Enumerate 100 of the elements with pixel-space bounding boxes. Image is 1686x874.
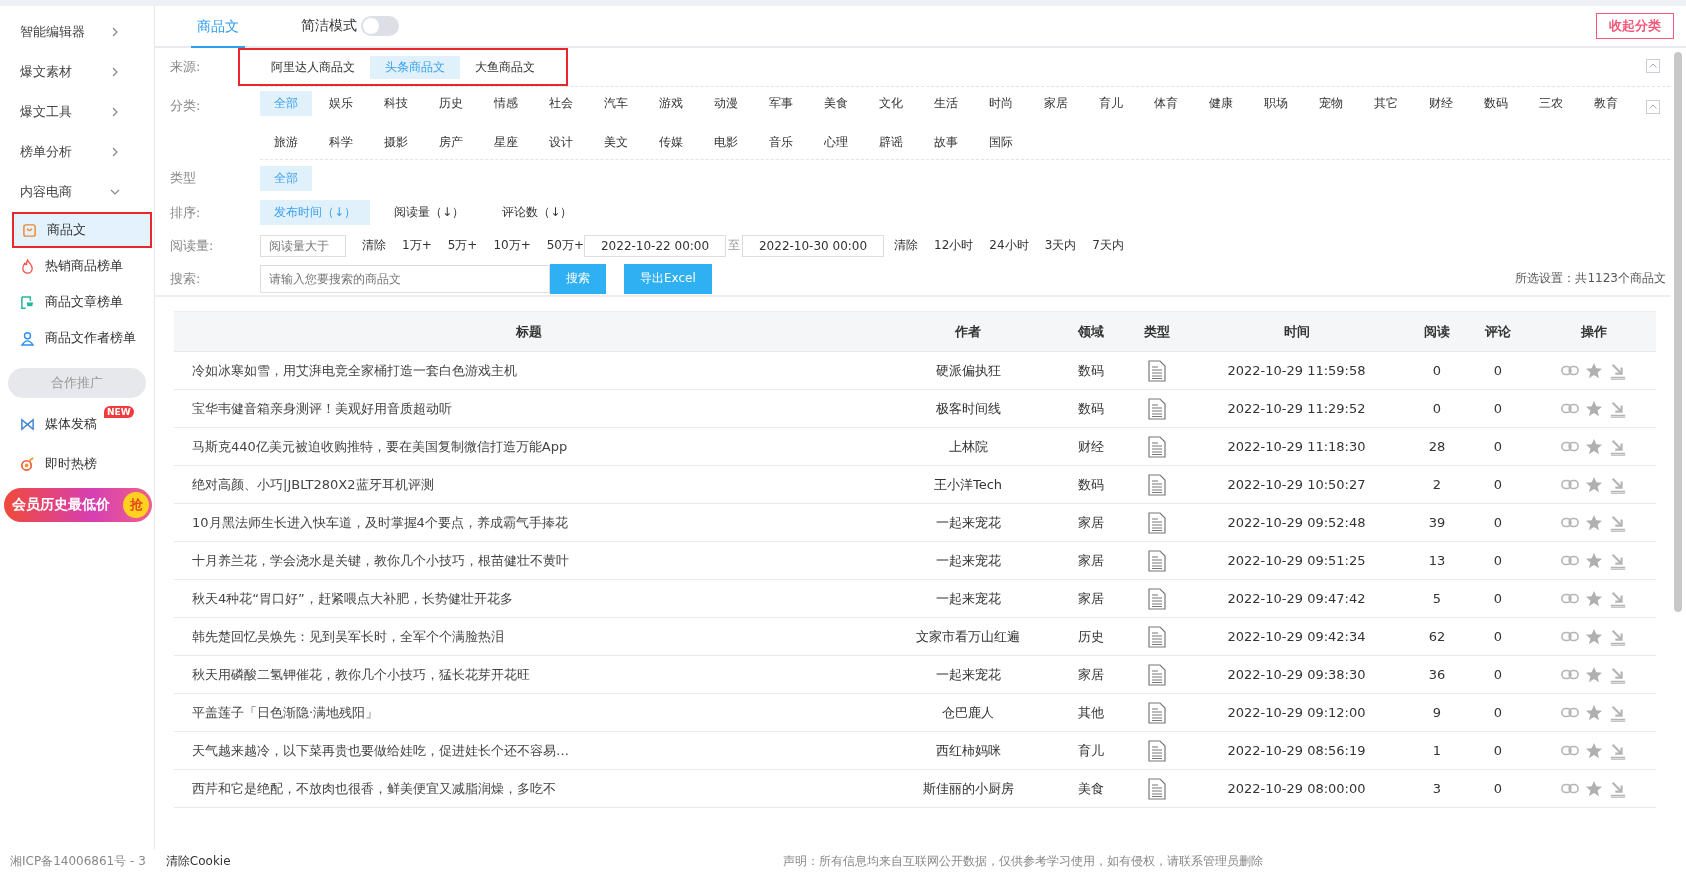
category-option[interactable]: 情感: [480, 91, 532, 116]
download-icon[interactable]: [1608, 361, 1627, 380]
download-icon[interactable]: [1608, 437, 1627, 456]
sidebar-link[interactable]: 媒体发稿 NEW: [0, 404, 154, 444]
download-icon[interactable]: [1608, 703, 1627, 722]
clear-link[interactable]: 清除: [894, 237, 919, 254]
star-icon[interactable]: [1584, 741, 1603, 760]
star-icon[interactable]: [1584, 475, 1603, 494]
time-range-option[interactable]: 12小时: [934, 237, 974, 254]
category-option[interactable]: 国际: [975, 130, 1027, 155]
sidebar-item[interactable]: 商品文章榜单: [0, 284, 154, 320]
download-icon[interactable]: [1608, 399, 1627, 418]
category-option[interactable]: 美文: [590, 130, 642, 155]
sidebar-link[interactable]: 即时热榜: [0, 444, 154, 484]
star-icon[interactable]: [1584, 665, 1603, 684]
article-title-link[interactable]: 秋天4种花“胃口好”，赶紧喂点大补肥，长势健壮开花多: [174, 579, 883, 618]
category-option[interactable]: 科学: [315, 130, 367, 155]
source-option[interactable]: 大鱼商品文: [460, 55, 550, 79]
article-title-link[interactable]: 马斯克440亿美元被迫收购推特，要在美国复制微信打造万能App: [174, 427, 883, 466]
star-icon[interactable]: [1584, 703, 1603, 722]
sidebar-item[interactable]: 商品文: [12, 212, 152, 248]
category-option[interactable]: 动漫: [700, 91, 752, 116]
category-option[interactable]: 传媒: [645, 130, 697, 155]
time-range-option[interactable]: 7天内: [1092, 237, 1124, 254]
article-title-link[interactable]: 平盖莲子「日色渐隐·满地残阳」: [174, 693, 883, 732]
sidebar-menu-item[interactable]: 榜单分析: [0, 132, 154, 172]
category-option[interactable]: 其它: [1360, 91, 1412, 116]
article-title-link[interactable]: 绝对高颜、小巧|JBLT280X2蓝牙耳机评测: [174, 465, 883, 504]
category-option[interactable]: 旅游: [260, 130, 312, 155]
star-icon[interactable]: [1584, 589, 1603, 608]
category-option[interactable]: 房产: [425, 130, 477, 155]
category-option[interactable]: 电影: [700, 130, 752, 155]
download-icon[interactable]: [1608, 627, 1627, 646]
article-title-link[interactable]: 西芹和它是绝配，不放肉也很香，鲜美便宜又减脂润燥，多吃不: [174, 769, 883, 808]
article-title-link[interactable]: 10月黑法师生长进入快车道，及时掌握4个要点，养成霸气手捧花: [174, 503, 883, 542]
sort-option[interactable]: 阅读量（↓）: [380, 200, 479, 225]
download-icon[interactable]: [1608, 741, 1627, 760]
link-icon[interactable]: [1560, 441, 1579, 452]
download-icon[interactable]: [1608, 779, 1627, 798]
category-option[interactable]: 数码: [1470, 91, 1522, 116]
category-option[interactable]: 社会: [535, 91, 587, 116]
star-icon[interactable]: [1584, 361, 1603, 380]
category-option[interactable]: 设计: [535, 130, 587, 155]
end-date-field[interactable]: 2022-10-30 00:00: [742, 234, 885, 257]
time-range-option[interactable]: 3天内: [1044, 237, 1077, 254]
article-title-link[interactable]: 天气越来越冷，以下菜再贵也要做给娃吃，促进娃长个还不容易…: [174, 731, 883, 770]
link-icon[interactable]: [1560, 403, 1579, 414]
reads-preset[interactable]: 10万+: [493, 237, 531, 254]
category-option[interactable]: 星座: [480, 130, 532, 155]
article-title-link[interactable]: 宝华韦健音箱亲身测评！美观好用音质超动听: [174, 389, 883, 428]
link-icon[interactable]: [1560, 631, 1579, 642]
scrollbar[interactable]: [1674, 52, 1682, 612]
article-title-link[interactable]: 冷如冰寒如雪，用艾湃电竞全家桶打造一套白色游戏主机: [174, 351, 883, 390]
category-option[interactable]: 家居: [1030, 91, 1082, 116]
category-option[interactable]: 三农: [1525, 91, 1577, 116]
clear-cookie-link[interactable]: 清除Cookie: [165, 853, 231, 870]
link-icon[interactable]: [1560, 669, 1579, 680]
clear-link[interactable]: 清除: [362, 237, 386, 254]
star-icon[interactable]: [1584, 437, 1603, 456]
sidebar-menu-item[interactable]: 内容电商: [0, 172, 154, 212]
category-option[interactable]: 体育: [1140, 91, 1192, 116]
sidebar-menu-item[interactable]: 爆文工具: [0, 92, 154, 132]
collapse-icon[interactable]: [1646, 100, 1660, 114]
download-icon[interactable]: [1608, 513, 1627, 532]
category-option[interactable]: 心理: [810, 130, 862, 155]
link-icon[interactable]: [1560, 745, 1579, 756]
link-icon[interactable]: [1560, 593, 1579, 604]
reads-preset[interactable]: 1万+: [402, 237, 432, 254]
category-option[interactable]: 健康: [1195, 91, 1247, 116]
promo-banner[interactable]: 会员历史最低价 抢: [4, 488, 152, 522]
link-icon[interactable]: [1560, 479, 1579, 490]
download-icon[interactable]: [1608, 589, 1627, 608]
article-title-link[interactable]: 秋天用磷酸二氢钾催花，教你几个小技巧，猛长花芽开花旺: [174, 655, 883, 694]
link-icon[interactable]: [1560, 555, 1579, 566]
reads-preset[interactable]: 5万+: [447, 237, 478, 254]
sort-option[interactable]: 评论数（↓）: [488, 200, 587, 225]
category-option[interactable]: 美食: [810, 91, 862, 116]
link-icon[interactable]: [1560, 783, 1579, 794]
category-option[interactable]: 时尚: [975, 91, 1027, 116]
star-icon[interactable]: [1584, 627, 1603, 646]
link-icon[interactable]: [1560, 517, 1579, 528]
category-option[interactable]: 音乐: [755, 130, 807, 155]
sidebar-item[interactable]: 商品文作者榜单: [0, 320, 154, 356]
category-option[interactable]: 生活: [920, 91, 972, 116]
search-field[interactable]: 请输入您要搜索的商品文: [260, 264, 550, 293]
sidebar-menu-item[interactable]: 智能编辑器: [0, 12, 154, 52]
sidebar-item[interactable]: 热销商品榜单: [0, 248, 154, 284]
time-range-option[interactable]: 24小时: [989, 237, 1029, 254]
star-icon[interactable]: [1584, 551, 1603, 570]
category-option[interactable]: 教育: [1580, 91, 1632, 116]
category-option[interactable]: 宠物: [1305, 91, 1357, 116]
category-option[interactable]: 财经: [1415, 91, 1467, 116]
category-option[interactable]: 故事: [920, 130, 972, 155]
download-icon[interactable]: [1608, 475, 1627, 494]
category-option[interactable]: 文化: [865, 91, 917, 116]
link-icon[interactable]: [1560, 707, 1579, 718]
category-option[interactable]: 科技: [370, 91, 422, 116]
star-icon[interactable]: [1584, 399, 1603, 418]
download-icon[interactable]: [1608, 551, 1627, 570]
collapse-icon[interactable]: [1646, 59, 1660, 73]
